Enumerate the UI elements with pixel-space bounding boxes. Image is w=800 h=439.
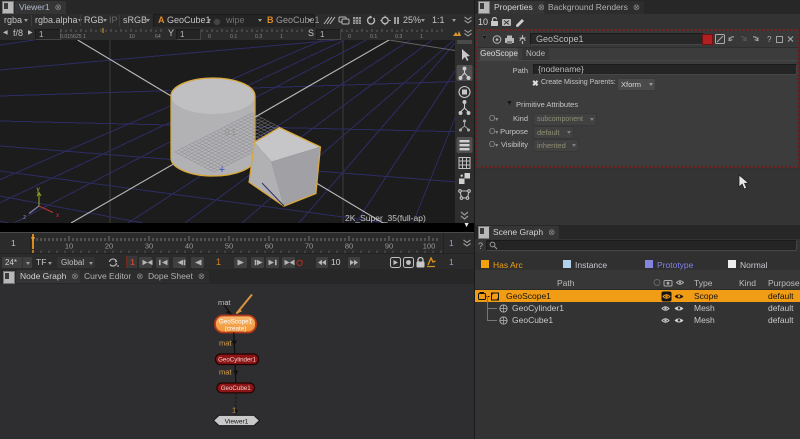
- svg-text:80: 80: [345, 242, 353, 251]
- svg-text:0.1: 0.1: [230, 34, 237, 39]
- svg-text:70: 70: [305, 242, 313, 251]
- svg-text:1: 1: [280, 34, 283, 39]
- svg-text:10: 10: [129, 34, 135, 39]
- svg-text:64: 64: [155, 34, 161, 39]
- svg-text:0: 0: [208, 34, 211, 39]
- svg-text:90: 90: [385, 242, 393, 251]
- svg-text:mat: mat: [219, 339, 232, 348]
- svg-text:30: 30: [145, 242, 153, 251]
- svg-text:GeoCube1: GeoCube1: [221, 385, 251, 392]
- svg-text:y: y: [37, 186, 41, 193]
- svg-text:(create): (create): [225, 326, 247, 333]
- svg-text:0.1: 0.1: [225, 128, 237, 137]
- svg-text:1: 1: [232, 406, 236, 415]
- svg-text:10: 10: [65, 242, 73, 251]
- svg-text:0.015625 1: 0.015625 1: [60, 34, 86, 39]
- svg-text:20: 20: [105, 242, 113, 251]
- svg-text:50: 50: [225, 242, 233, 251]
- svg-text:0.3: 0.3: [395, 34, 402, 39]
- svg-text:z: z: [23, 214, 26, 221]
- svg-text:GeoCylinder1: GeoCylinder1: [218, 357, 256, 364]
- svg-text:x: x: [56, 212, 60, 219]
- svg-text:mat: mat: [219, 368, 232, 377]
- svg-text:1: 1: [420, 34, 423, 39]
- svg-text:0.1: 0.1: [370, 34, 377, 39]
- svg-text:40: 40: [185, 242, 193, 251]
- svg-text:100: 100: [423, 242, 436, 251]
- svg-text:Viewer1: Viewer1: [225, 418, 249, 425]
- svg-text:2K_Super_35(full-ap): 2K_Super_35(full-ap): [345, 213, 426, 223]
- svg-text:0.3: 0.3: [255, 34, 262, 39]
- svg-text:GeoScope1: GeoScope1: [219, 319, 253, 326]
- svg-text:mat: mat: [218, 298, 231, 307]
- svg-text:60: 60: [265, 242, 273, 251]
- svg-text:?: ?: [767, 35, 772, 44]
- svg-text:0: 0: [348, 34, 351, 39]
